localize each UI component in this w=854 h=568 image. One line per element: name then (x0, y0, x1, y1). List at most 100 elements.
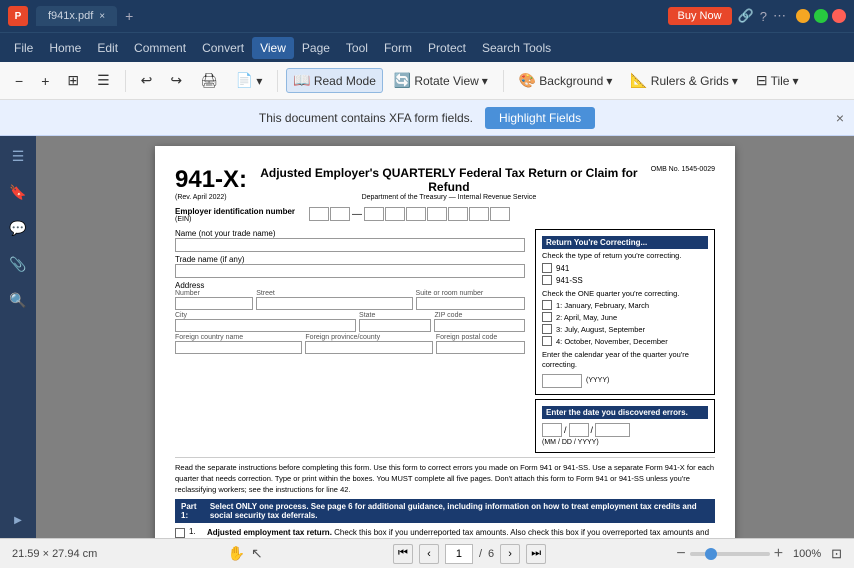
fit-page-icon[interactable]: ⊡ (831, 546, 842, 562)
sidebar-bookmark[interactable]: 🔖 (4, 178, 32, 206)
toolbar-redo[interactable]: ↪ (163, 68, 189, 93)
zoom-slider[interactable] (690, 552, 770, 556)
addr-state-input[interactable] (359, 319, 431, 332)
addr-country-input[interactable] (175, 341, 302, 354)
menu-view[interactable]: View (252, 37, 294, 59)
name-input[interactable] (175, 238, 525, 252)
more-icon[interactable]: ⋯ (773, 8, 786, 24)
toolbar-undo[interactable]: ↩ (134, 68, 160, 93)
form-number-area: 941-X: (Rev. April 2022) (175, 166, 247, 201)
first-page-button[interactable]: ⏮ (393, 544, 413, 564)
zoom-out-btn[interactable]: − (676, 545, 685, 563)
menu-file[interactable]: File (6, 37, 41, 59)
sidebar-expand[interactable]: ☰ (4, 142, 32, 170)
pdf-viewer[interactable]: 941-X: (Rev. April 2022) Adjusted Employ… (36, 136, 854, 538)
share-icon[interactable]: 🔗 (738, 8, 754, 24)
minimize-button[interactable]: − (796, 9, 810, 23)
addr-num-input[interactable] (175, 297, 253, 310)
quarter-4: 4: October, November, December (542, 336, 708, 346)
toolbar-tile[interactable]: ⊟ Tile ▾ (749, 68, 806, 93)
ein-box-9[interactable] (490, 207, 510, 221)
menu-tool[interactable]: Tool (338, 37, 376, 59)
check-941-box[interactable] (542, 263, 552, 273)
sidebar-comment[interactable]: 💬 (4, 214, 32, 242)
help-icon[interactable]: ? (760, 9, 767, 24)
trade-label: Trade name (if any) (175, 255, 525, 264)
addr-province-input[interactable] (305, 341, 432, 354)
menu-protect[interactable]: Protect (420, 37, 474, 59)
ein-box-1[interactable] (309, 207, 329, 221)
ein-box-3[interactable] (364, 207, 384, 221)
addr-city-input[interactable] (175, 319, 356, 332)
tab-filename: f941x.pdf (48, 10, 93, 22)
q3-label: 3: July, August, September (556, 325, 645, 334)
check-941ss-box[interactable] (542, 275, 552, 285)
menu-edit[interactable]: Edit (89, 37, 126, 59)
sidebar-search[interactable]: 🔍 (4, 286, 32, 314)
ein-box-8[interactable] (469, 207, 489, 221)
ein-box-5[interactable] (406, 207, 426, 221)
toolbar-background[interactable]: 🎨 Background ▾ (512, 68, 620, 93)
add-tab-button[interactable]: + (117, 4, 141, 28)
menu-home[interactable]: Home (41, 37, 89, 59)
zoom-in-btn[interactable]: + (774, 545, 783, 563)
form-date: (Rev. April 2022) (175, 194, 247, 201)
menu-form[interactable]: Form (376, 37, 420, 59)
sidebar-attachment[interactable]: 📎 (4, 250, 32, 278)
page-number-input[interactable] (445, 544, 473, 564)
addr-zip-label: ZIP code (434, 312, 525, 319)
check-941: 941 (542, 263, 708, 273)
rulers-dropdown-icon: ▾ (732, 74, 738, 88)
file-tab[interactable]: f941x.pdf × (36, 6, 117, 26)
addr-suite-input[interactable] (416, 297, 525, 310)
menu-search-tools[interactable]: Search Tools (474, 37, 559, 59)
toolbar-read-mode[interactable]: 📖 Read Mode (286, 68, 382, 93)
year-input[interactable] (542, 374, 582, 388)
date-yyyy[interactable] (595, 423, 630, 437)
close-button[interactable]: × (832, 9, 846, 23)
addr-street-input[interactable] (256, 297, 412, 310)
sep1 (125, 70, 126, 92)
calendar-title: Enter the calendar year of the quarter y… (542, 350, 708, 370)
menu-comment[interactable]: Comment (126, 37, 194, 59)
trade-input[interactable] (175, 264, 525, 278)
next-page-button[interactable]: › (500, 544, 520, 564)
toolbar-rulers[interactable]: 📐 Rulers & Grids ▾ (623, 68, 745, 93)
address-section: Address Number Street Suite or (175, 281, 525, 354)
toolbar-hand[interactable]: ☰ (90, 68, 117, 93)
toolbar-zoom-in[interactable]: + (34, 69, 56, 93)
buy-now-button[interactable]: Buy Now (668, 7, 732, 25)
notification-close[interactable]: × (836, 110, 844, 126)
ein-box-6[interactable] (427, 207, 447, 221)
prev-page-button[interactable]: ‹ (419, 544, 439, 564)
ein-box-7[interactable] (448, 207, 468, 221)
toolbar-rotate[interactable]: 🔄 Rotate View ▾ (387, 68, 495, 93)
ein-box-4[interactable] (385, 207, 405, 221)
date-mm[interactable] (542, 423, 562, 437)
q3-box[interactable] (542, 324, 552, 334)
hand-tool-icon[interactable]: ✋ (228, 545, 245, 562)
sidebar-collapse[interactable]: ▶ (0, 509, 36, 532)
menu-convert[interactable]: Convert (194, 37, 252, 59)
toolbar-page-view[interactable]: ⊞ (60, 68, 86, 93)
toolbar-zoom-out[interactable]: − (8, 69, 30, 93)
addr-postal-input[interactable] (436, 341, 525, 354)
close-tab-button[interactable]: × (99, 11, 105, 22)
ein-box-2[interactable] (330, 207, 350, 221)
date-title: Enter the date you discovered errors. (542, 406, 708, 419)
menu-page[interactable]: Page (294, 37, 338, 59)
toolbar-print[interactable]: 🖨 (193, 68, 225, 93)
highlight-fields-button[interactable]: Highlight Fields (485, 107, 595, 129)
pointer-tool-icon[interactable]: ↖ (251, 545, 263, 562)
maximize-button[interactable]: □ (814, 9, 828, 23)
date-row: / / (542, 423, 708, 437)
item1-checkbox[interactable] (175, 528, 185, 538)
last-page-button[interactable]: ⏭ (526, 544, 546, 564)
toolbar-page-options[interactable]: 📄 ▾ (229, 68, 269, 93)
q1-box[interactable] (542, 300, 552, 310)
page-navigation: ⏮ ‹ / 6 › ⏭ (393, 544, 546, 564)
q2-box[interactable] (542, 312, 552, 322)
addr-zip-input[interactable] (434, 319, 525, 332)
date-dd[interactable] (569, 423, 589, 437)
q4-box[interactable] (542, 336, 552, 346)
